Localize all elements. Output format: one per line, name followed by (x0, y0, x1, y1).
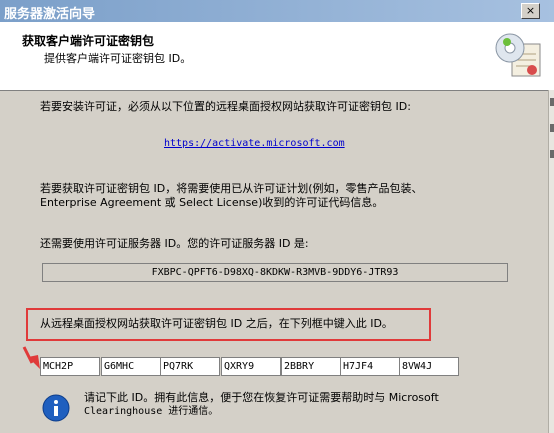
window-title: 服务器激活向导 (4, 7, 96, 22)
server-id-field: FXBPC-QPFT6-D98XQ-8KDKW-R3MVB-9DDY6-JTR9… (42, 263, 508, 282)
info-icon (42, 394, 70, 422)
license-key-field-6[interactable]: H7JF4 (340, 357, 400, 376)
license-key-field-4[interactable]: QXRY9 (221, 357, 281, 376)
title-bar: 服务器激活向导 × (0, 0, 554, 22)
close-button[interactable]: × (521, 3, 540, 19)
license-key-field-5[interactable]: 2BBRY (281, 357, 341, 376)
license-key-field-3[interactable]: PQ7RK (160, 357, 220, 376)
right-edge-scrollbar[interactable] (548, 90, 554, 433)
license-key-field-2[interactable]: G6MHC (101, 357, 161, 376)
intro-text: 若要安装许可证，必须从以下位置的远程桌面授权网站获取许可证密钥包 ID: (40, 100, 411, 113)
activation-url-link[interactable]: https://activate.microsoft.com (164, 138, 345, 149)
server-id-label: 还需要使用许可证服务器 ID。您的许可证服务器 ID 是: (40, 237, 309, 250)
info-note: 请记下此 ID。拥有此信息，便于您在恢复许可证需要帮助时与 Microsoft … (84, 391, 439, 419)
certificate-disc-icon (495, 33, 541, 77)
license-key-field-7[interactable]: 8VW4J (399, 357, 459, 376)
enter-id-instruction: 从远程桌面授权网站获取许可证密钥包 ID 之后，在下列框中键入此 ID。 (40, 317, 393, 330)
info-note-line-1: 请记下此 ID。拥有此信息，便于您在恢复许可证需要帮助时与 Microsoft (84, 391, 439, 404)
header-subtitle: 提供客户端许可证密钥包 ID。 (44, 52, 192, 65)
license-program-text-2: Enterprise Agreement 或 Select License)收到… (40, 196, 384, 209)
wizard-header: 获取客户端许可证密钥包 提供客户端许可证密钥包 ID。 (0, 22, 554, 91)
info-note-line-2: Clearinghouse 进行通信。 (84, 406, 219, 417)
header-title: 获取客户端许可证密钥包 (22, 34, 155, 48)
license-key-field-1[interactable]: MCH2P (40, 357, 100, 376)
